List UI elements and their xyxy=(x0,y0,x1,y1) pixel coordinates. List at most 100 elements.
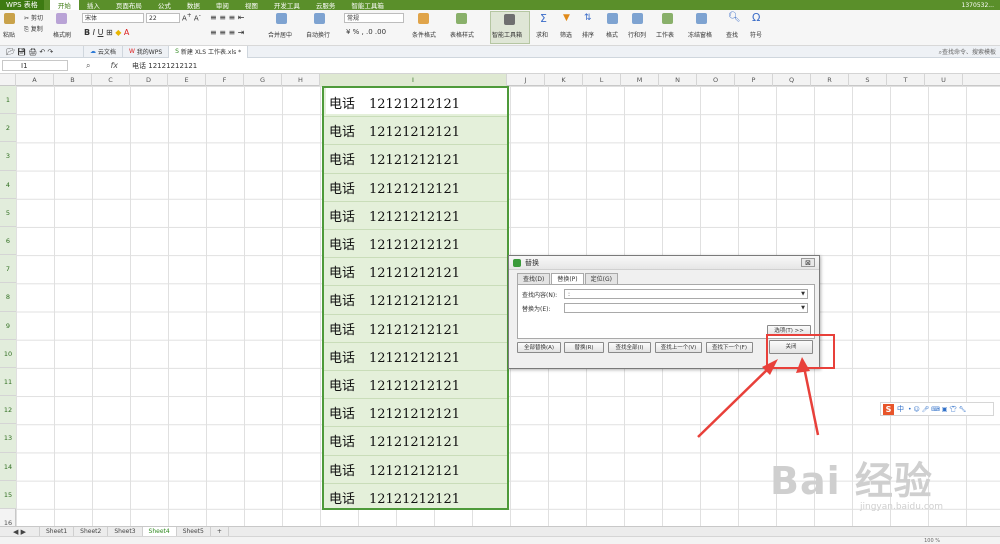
add-sheet-button[interactable]: + xyxy=(211,526,229,537)
column-header-p[interactable]: P xyxy=(735,74,773,86)
row-header-8[interactable]: 8 xyxy=(0,283,16,312)
cell-i9[interactable]: 电话 12121212121 xyxy=(329,319,460,338)
number-buttons[interactable]: ¥ % ‚ .0 .00 xyxy=(346,28,386,36)
cell-i7[interactable]: 电话 12121212121 xyxy=(329,262,460,281)
font-grow-button[interactable]: A+ A- xyxy=(182,13,201,22)
quick-access-toolbar[interactable]: 📂︎ 💾︎ 🖨︎ ↶ ↷ xyxy=(0,45,84,58)
font-size-select[interactable]: 22 xyxy=(146,13,180,23)
cell-i14[interactable]: 电话 12121212121 xyxy=(329,460,460,479)
doc-tab-my-wps[interactable]: W 我的WPS xyxy=(123,45,170,58)
cell-i3[interactable]: 电话 12121212121 xyxy=(329,149,460,168)
doc-tab-cloud[interactable]: ☁ 云文档 xyxy=(84,45,123,58)
column-header-u[interactable]: U xyxy=(925,74,963,86)
user-name[interactable]: 1370532... xyxy=(962,2,1000,9)
format-button[interactable]: 格式 xyxy=(606,30,618,39)
row-header-15[interactable]: 15 xyxy=(0,480,16,509)
cell-i1[interactable]: 电话 12121212121 xyxy=(329,93,460,112)
align-buttons[interactable]: ≡ ≡ ≡ ⇤ xyxy=(210,13,244,22)
column-header-m[interactable]: M xyxy=(621,74,659,86)
tab-find[interactable]: 查找(D) xyxy=(517,273,551,284)
selected-range[interactable]: 电话 12121212121 电话 12121212121 电话 12121212121 电… xyxy=(322,86,509,510)
menu-tab-insert[interactable]: 插入 xyxy=(79,0,108,10)
dropdown-arrow-icon[interactable]: ▼ xyxy=(801,304,805,313)
cell-i4[interactable]: 电话 12121212121 xyxy=(329,178,460,197)
find-field[interactable]: : ▼ xyxy=(564,289,808,299)
menu-tab-view[interactable]: 视图 xyxy=(237,0,266,10)
cell-i5[interactable]: 电话 12121212121 xyxy=(329,206,460,225)
cell-i6[interactable]: 电话 12121212121 xyxy=(329,234,460,253)
sort-button[interactable]: 排序 xyxy=(582,30,594,39)
cell-i2[interactable]: 电话 12121212121 xyxy=(329,121,460,140)
merge-label[interactable]: 合并居中 xyxy=(268,30,292,39)
merge-button[interactable] xyxy=(276,13,287,24)
row-header-11[interactable]: 11 xyxy=(0,368,16,397)
replace-field[interactable]: ▼ xyxy=(564,303,808,313)
close-icon[interactable]: ⊠ xyxy=(801,258,815,267)
row-header-16[interactable]: 16 xyxy=(0,509,16,526)
row-header-10[interactable]: 10 xyxy=(0,339,16,368)
row-header-7[interactable]: 7 xyxy=(0,255,16,284)
font-style-buttons[interactable]: B I U ⊞ ◆ A xyxy=(84,28,129,37)
column-header-s[interactable]: S xyxy=(849,74,887,86)
find-previous-button[interactable]: 查找上一个(V) xyxy=(655,342,702,353)
ime-toolbar[interactable]: S 中 • ☺ 🎤︎ ⌨ ▣ 👕︎ 🔧︎ xyxy=(880,402,994,416)
column-header-q[interactable]: Q xyxy=(773,74,811,86)
column-header-c[interactable]: C xyxy=(92,74,130,86)
column-header-f[interactable]: F xyxy=(206,74,244,86)
menu-tab-page-layout[interactable]: 页面布局 xyxy=(108,0,150,10)
menu-tab-data[interactable]: 数据 xyxy=(179,0,208,10)
dropdown-arrow-icon[interactable]: ▼ xyxy=(801,290,805,299)
row-header-5[interactable]: 5 xyxy=(0,198,16,227)
column-header-d[interactable]: D xyxy=(130,74,168,86)
command-search[interactable]: ⌕查找命令、搜索模板 xyxy=(939,47,1000,57)
sheet-button[interactable]: 工作表 xyxy=(656,30,674,39)
cell-i13[interactable]: 电话 12121212121 xyxy=(329,431,460,450)
sheet-tab-sheet3[interactable]: Sheet3 xyxy=(108,526,143,537)
fx-icon[interactable]: fx xyxy=(110,61,118,70)
ime-tool-icons[interactable]: • ☺ 🎤︎ ⌨ ▣ 👕︎ 🔧︎ xyxy=(908,406,966,413)
find-next-button[interactable]: 查找下一个(F) xyxy=(706,342,753,353)
menu-tab-developer[interactable]: 开发工具 xyxy=(266,0,308,10)
row-header-14[interactable]: 14 xyxy=(0,452,16,481)
column-header-i[interactable]: I xyxy=(320,74,507,86)
column-header-e[interactable]: E xyxy=(168,74,206,86)
sheet-tab-sheet5[interactable]: Sheet5 xyxy=(177,526,211,537)
cut-button[interactable]: ✂ 剪切 xyxy=(24,13,43,22)
tab-goto[interactable]: 定位(G) xyxy=(584,273,618,284)
format-painter-button[interactable] xyxy=(56,13,67,24)
formula-input[interactable]: 电话 12121212121 xyxy=(132,61,197,71)
table-style-label[interactable]: 表格样式 xyxy=(450,30,474,39)
name-box[interactable]: I1 xyxy=(2,60,68,71)
sheet-nav-buttons[interactable]: ◀ ▶ xyxy=(0,526,40,537)
cell-i11[interactable]: 电话 12121212121 xyxy=(329,375,460,394)
cond-format-button[interactable] xyxy=(418,13,429,24)
column-header-l[interactable]: L xyxy=(583,74,621,86)
sum-button[interactable]: 求和 xyxy=(536,30,548,39)
select-all-corner[interactable] xyxy=(0,74,16,86)
row-header-2[interactable]: 2 xyxy=(0,114,16,143)
row-header-3[interactable]: 3 xyxy=(0,142,16,171)
menu-tab-review[interactable]: 审阅 xyxy=(208,0,237,10)
sheet-tab-sheet4[interactable]: Sheet4 xyxy=(142,526,177,537)
row-header-12[interactable]: 12 xyxy=(0,396,16,425)
column-header-r[interactable]: R xyxy=(811,74,849,86)
wrap-label[interactable]: 自动换行 xyxy=(306,30,330,39)
align-buttons-2[interactable]: ≡ ≡ ≡ ⇥ xyxy=(210,28,244,37)
symbol-button[interactable]: 符号 xyxy=(750,30,762,39)
find-button[interactable]: 查找 xyxy=(726,30,738,39)
column-header-h[interactable]: H xyxy=(282,74,320,86)
cond-format-label[interactable]: 条件格式 xyxy=(412,30,436,39)
cell-i12[interactable]: 电话 12121212121 xyxy=(329,403,460,422)
number-format-select[interactable]: 常规 xyxy=(344,13,404,23)
menu-tab-home[interactable]: 开始 xyxy=(49,0,79,10)
cell-i10[interactable]: 电话 12121212121 xyxy=(329,347,460,366)
paste-label[interactable]: 粘贴 xyxy=(3,30,15,39)
column-header-t[interactable]: T xyxy=(887,74,925,86)
copy-button[interactable]: ⎘ 复制 xyxy=(24,24,43,34)
column-header-g[interactable]: G xyxy=(244,74,282,86)
row-col-button[interactable]: 行和列 xyxy=(628,30,646,39)
paste-button[interactable] xyxy=(4,13,15,24)
wrap-button[interactable] xyxy=(314,13,325,24)
row-header-1[interactable]: 1 xyxy=(0,86,16,115)
replace-button[interactable]: 替换(R) xyxy=(564,342,604,353)
